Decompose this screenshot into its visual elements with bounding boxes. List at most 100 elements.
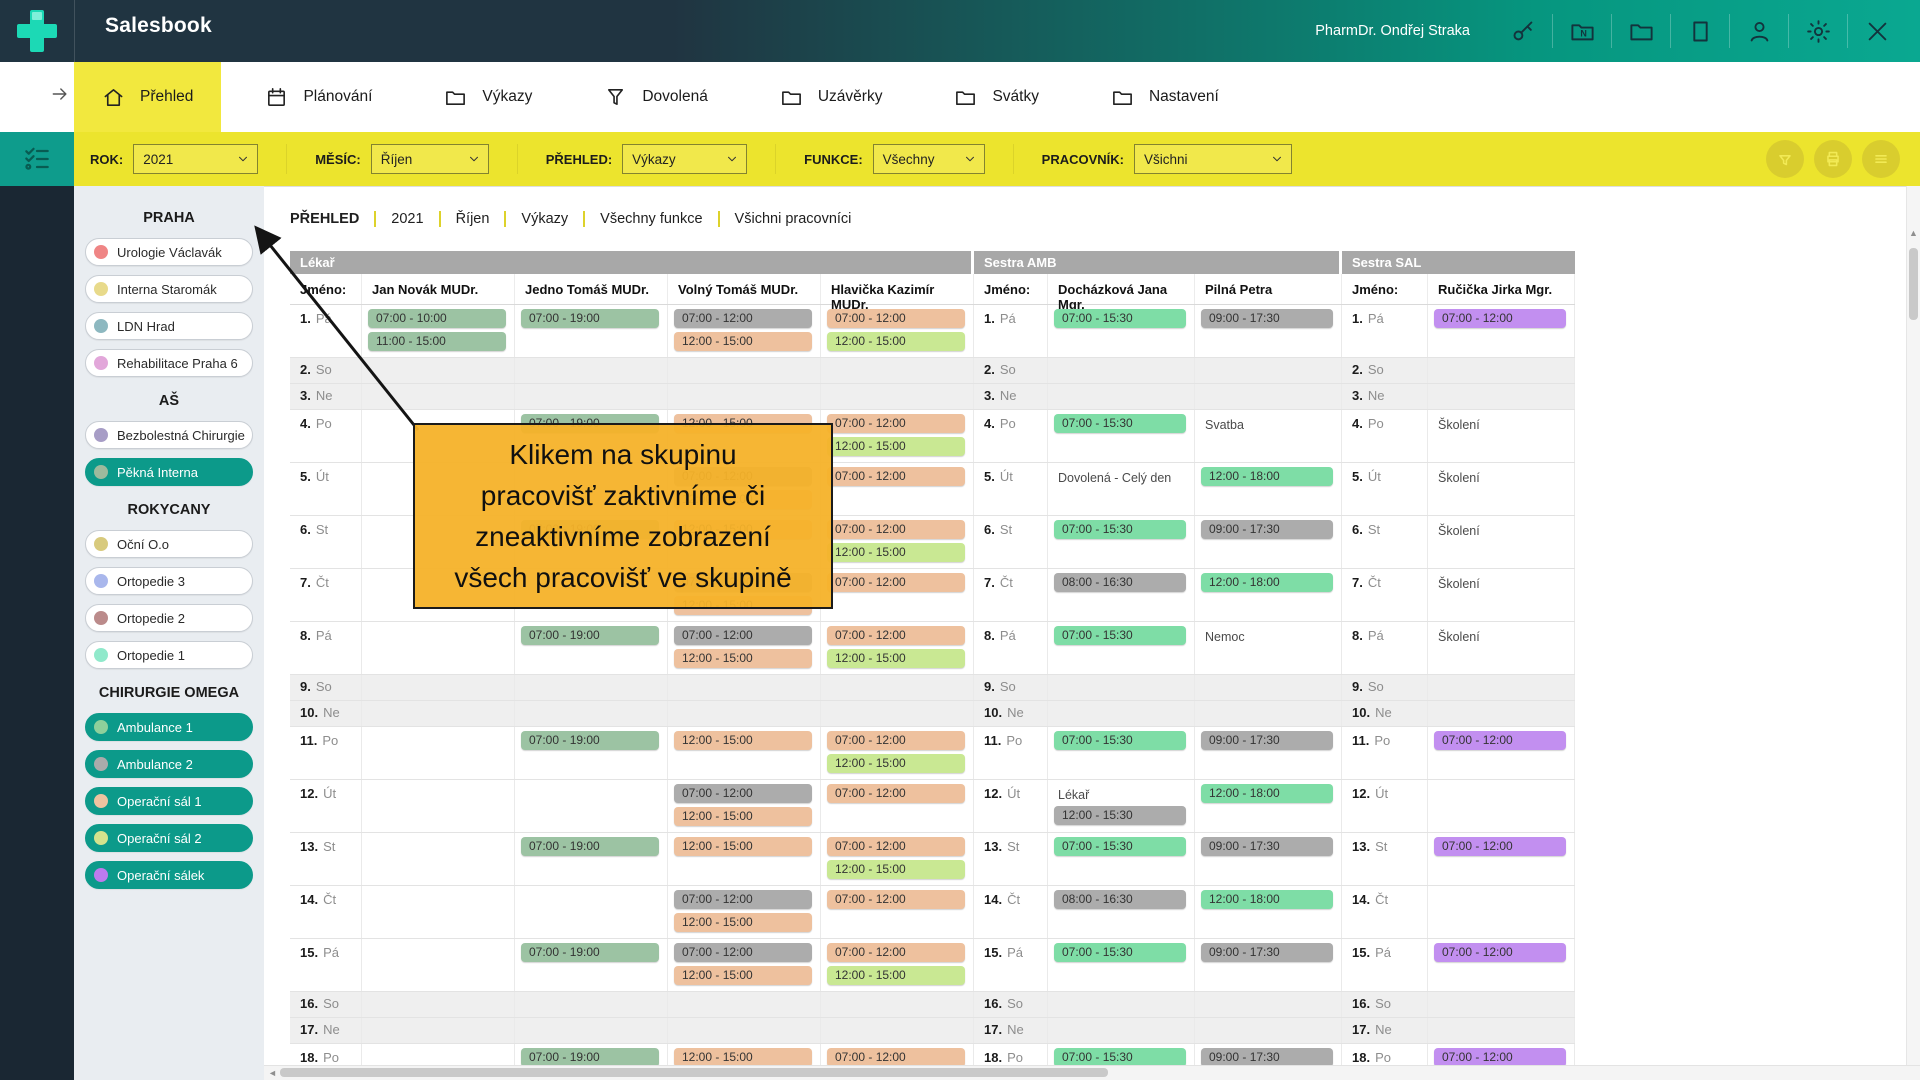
vertical-scrollbar[interactable]: ▲ [1906,186,1920,1066]
sidebar-group-praha[interactable]: PRAHA [74,210,264,226]
sidebar-item-ortopedie-2[interactable]: Ortopedie 2 [85,604,253,632]
shift-chip[interactable]: 12:00 - 15:00 [827,860,965,879]
filter-select-mesic[interactable]: Říjen [371,144,489,174]
filter-select-rok[interactable]: 2021 [133,144,258,174]
shift-chip[interactable]: 07:00 - 19:00 [521,309,659,328]
horizontal-scrollbar[interactable]: ◄ [264,1065,1920,1080]
shift-chip[interactable]: 07:00 - 19:00 [521,731,659,750]
shift-chip[interactable]: 07:00 - 12:00 [1434,309,1566,328]
shift-chip[interactable]: 09:00 - 17:30 [1201,309,1333,328]
shift-chip[interactable]: 07:00 - 12:00 [674,626,812,645]
shift-chip[interactable]: 09:00 - 17:30 [1201,837,1333,856]
shift-chip[interactable]: 12:00 - 15:00 [674,731,812,750]
schedule-note[interactable]: Školení [1438,577,1574,591]
schedule-note[interactable]: Školení [1438,524,1574,538]
shift-chip[interactable]: 11:00 - 15:00 [368,332,506,351]
sidebar-item-ambulance-1[interactable]: Ambulance 1 [85,713,253,741]
filter-select-prehled[interactable]: Výkazy [622,144,747,174]
shift-chip[interactable]: 12:00 - 15:00 [674,966,812,985]
folder-icon[interactable] [1612,18,1670,45]
shift-chip[interactable]: 07:00 - 12:00 [827,890,965,909]
horizontal-scroll-thumb[interactable] [280,1068,1108,1077]
shift-chip[interactable]: 08:00 - 16:30 [1054,573,1186,592]
shift-chip[interactable]: 12:00 - 18:00 [1201,890,1333,909]
shift-chip[interactable]: 12:00 - 18:00 [1201,467,1333,486]
tab-vykazy[interactable]: Výkazy [416,62,560,132]
schedule-note[interactable]: Školení [1438,418,1574,432]
key-icon[interactable] [1494,18,1552,45]
shift-chip[interactable]: 09:00 - 17:30 [1201,520,1333,539]
schedule-note[interactable]: Lékař [1058,788,1194,802]
shift-chip[interactable]: 07:00 - 12:00 [1434,837,1566,856]
tab-nastaveni[interactable]: Nastavení [1083,62,1247,132]
shift-chip[interactable]: 07:00 - 15:30 [1054,520,1186,539]
shift-chip[interactable]: 12:00 - 15:00 [827,649,965,668]
shift-chip[interactable]: 07:00 - 12:00 [827,837,965,856]
sidebar-group-rokycany[interactable]: ROKYCANY [74,502,264,518]
sidebar-item-interna-staromak[interactable]: Interna Staromák [85,275,253,303]
close-icon[interactable] [1848,18,1906,45]
shift-chip[interactable]: 07:00 - 15:30 [1054,414,1186,433]
sidebar-group-aš[interactable]: AŠ [74,393,264,409]
print-button[interactable] [1814,140,1852,178]
shift-chip[interactable]: 07:00 - 19:00 [521,837,659,856]
schedule-note[interactable]: Svatba [1205,418,1341,432]
scroll-up-arrow-icon[interactable]: ▲ [1907,228,1920,238]
checklist-icon[interactable] [0,132,74,186]
shift-chip[interactable]: 07:00 - 15:30 [1054,731,1186,750]
shift-chip[interactable]: 07:00 - 12:00 [674,309,812,328]
shift-chip[interactable]: 12:00 - 15:00 [674,807,812,826]
person-icon[interactable] [1730,18,1788,45]
shift-chip[interactable]: 12:00 - 15:00 [674,649,812,668]
shift-chip[interactable]: 12:00 - 15:00 [827,437,965,456]
sidebar-group-chirurgie-omega[interactable]: CHIRURGIE OMEGA [74,685,264,701]
tab-planovani[interactable]: Plánování [237,62,400,132]
shift-chip[interactable]: 07:00 - 12:00 [827,520,965,539]
shift-chip[interactable]: 07:00 - 12:00 [674,784,812,803]
filter-select-pracovnik[interactable]: Všichni [1134,144,1292,174]
tab-uzaverky[interactable]: Uzávěrky [752,62,911,132]
shift-chip[interactable]: 09:00 - 17:30 [1201,943,1333,962]
sidebar-item-operacni-salek[interactable]: Operační sálek [85,861,253,889]
shift-chip[interactable]: 07:00 - 19:00 [521,626,659,645]
sidebar-item-ortopedie-1[interactable]: Ortopedie 1 [85,641,253,669]
shift-chip[interactable]: 12:00 - 15:00 [827,543,965,562]
shift-chip[interactable]: 08:00 - 16:30 [1054,890,1186,909]
tab-prehled[interactable]: Přehled [74,62,221,132]
gear-icon[interactable] [1789,18,1847,45]
shift-chip[interactable]: 07:00 - 12:00 [674,943,812,962]
shift-chip[interactable]: 07:00 - 19:00 [521,943,659,962]
sidebar-item-ambulance-2[interactable]: Ambulance 2 [85,750,253,778]
arrow-right-icon[interactable] [50,84,70,104]
shift-chip[interactable]: 12:00 - 18:00 [1201,784,1333,803]
shift-chip[interactable]: 07:00 - 12:00 [674,890,812,909]
sidebar-item-pekna-interna[interactable]: Pěkná Interna [85,458,253,486]
shift-chip[interactable]: 07:00 - 12:00 [827,414,965,433]
shift-chip[interactable]: 12:00 - 18:00 [1201,573,1333,592]
shift-chip[interactable]: 07:00 - 15:30 [1054,943,1186,962]
filter-button[interactable] [1766,140,1804,178]
sidebar-item-operacni-sal-1[interactable]: Operační sál 1 [85,787,253,815]
shift-chip[interactable]: 07:00 - 15:30 [1054,309,1186,328]
shift-chip[interactable]: 12:00 - 15:00 [674,837,812,856]
shift-chip[interactable]: 07:00 - 12:00 [827,784,965,803]
shift-chip[interactable]: 07:00 - 12:00 [827,573,965,592]
shift-chip[interactable]: 07:00 - 15:30 [1054,837,1186,856]
filter-select-funkce[interactable]: Všechny [873,144,985,174]
shift-chip[interactable]: 07:00 - 12:00 [827,309,965,328]
sidebar-item-ocni-oo[interactable]: Oční O.o [85,530,253,558]
tab-svatky[interactable]: Svátky [926,62,1067,132]
shift-chip[interactable]: 12:00 - 15:00 [827,754,965,773]
schedule-note[interactable]: Školení [1438,630,1574,644]
schedule-note[interactable]: Školení [1438,471,1574,485]
shift-chip[interactable]: 07:00 - 12:00 [827,626,965,645]
shift-chip[interactable]: 12:00 - 15:00 [674,332,812,351]
schedule-note[interactable]: Dovolená - Celý den [1058,471,1194,485]
sidebar-item-ldn-hrad[interactable]: LDN Hrad [85,312,253,340]
sidebar-item-rehabilitace-praha-6[interactable]: Rehabilitace Praha 6 [85,349,253,377]
sidebar-item-bezbolestna-chirurgie[interactable]: Bezbolestná Chirurgie [85,421,253,449]
sidebar-item-operacni-sal-2[interactable]: Operační sál 2 [85,824,253,852]
shift-chip[interactable]: 07:00 - 12:00 [827,731,965,750]
shift-chip[interactable]: 09:00 - 17:30 [1201,731,1333,750]
shift-chip[interactable]: 12:00 - 15:00 [674,913,812,932]
